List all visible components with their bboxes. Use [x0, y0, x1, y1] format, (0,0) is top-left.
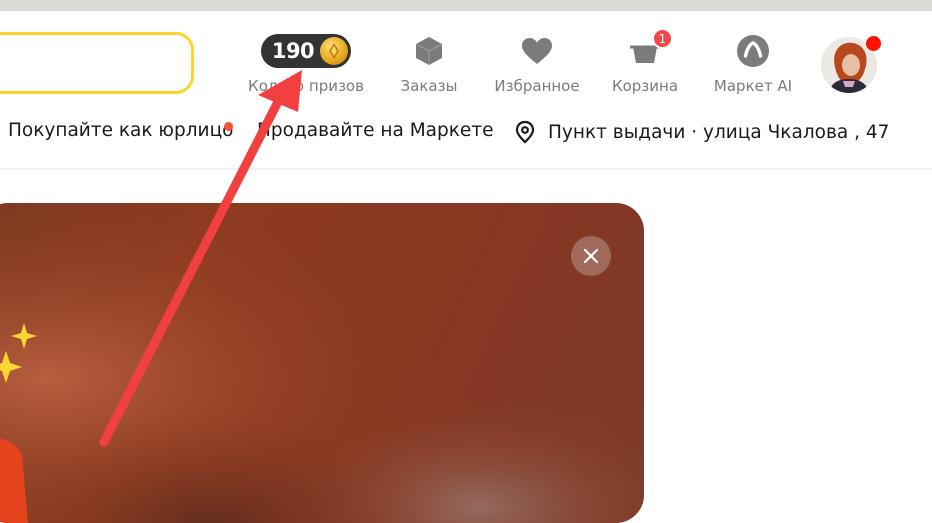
pickup-point-link[interactable]: Пункт выдачи · улица Чкалова , 47 [514, 120, 889, 144]
orders-button[interactable]: Заказы [395, 34, 463, 98]
coins-pill-wrap: 190 [260, 34, 352, 68]
prize-wheel-label: Колесо призов [248, 77, 364, 95]
location-icon [515, 120, 535, 144]
orders-label: Заказы [400, 77, 458, 95]
cart-badge: 1 [652, 28, 673, 49]
close-banner-button[interactable] [571, 236, 611, 276]
favorites-label: Избранное [494, 77, 580, 95]
header-divider [0, 168, 932, 170]
close-icon [583, 248, 599, 264]
cart-icon: 1 [630, 28, 673, 68]
ai-icon [736, 34, 770, 68]
coin-icon [320, 37, 349, 65]
market-ai-button[interactable]: Маркет AI [709, 34, 797, 98]
cart-label: Корзина [611, 77, 679, 95]
market-ai-label: Маркет AI [713, 77, 793, 95]
browser-top-strip [0, 0, 932, 11]
pickup-point-label: Пункт выдачи · улица Чкалова , 47 [548, 121, 890, 143]
cart-button[interactable]: 1 Корзина [608, 28, 682, 98]
banner-background [0, 203, 644, 523]
promo-banner[interactable] [0, 203, 644, 523]
secondary-nav: Покупайте как юрлицо Продавайте на Марке… [0, 120, 932, 150]
search-input[interactable] [0, 32, 194, 94]
heart-icon [521, 34, 553, 68]
buy-as-business-link[interactable]: Покупайте как юрлицо [8, 120, 234, 141]
favorites-button[interactable]: Избранное [489, 34, 585, 98]
coins-count: 190 [271, 39, 315, 63]
sell-on-market-link[interactable]: Продавайте на Маркете [257, 120, 493, 141]
business-new-dot [224, 122, 233, 131]
box-icon [414, 34, 444, 68]
coins-pill: 190 [260, 34, 352, 68]
sparkle-icon [0, 323, 37, 383]
prize-wheel-button[interactable]: 190 Колесо призов [244, 34, 368, 98]
notification-dot [866, 36, 881, 51]
